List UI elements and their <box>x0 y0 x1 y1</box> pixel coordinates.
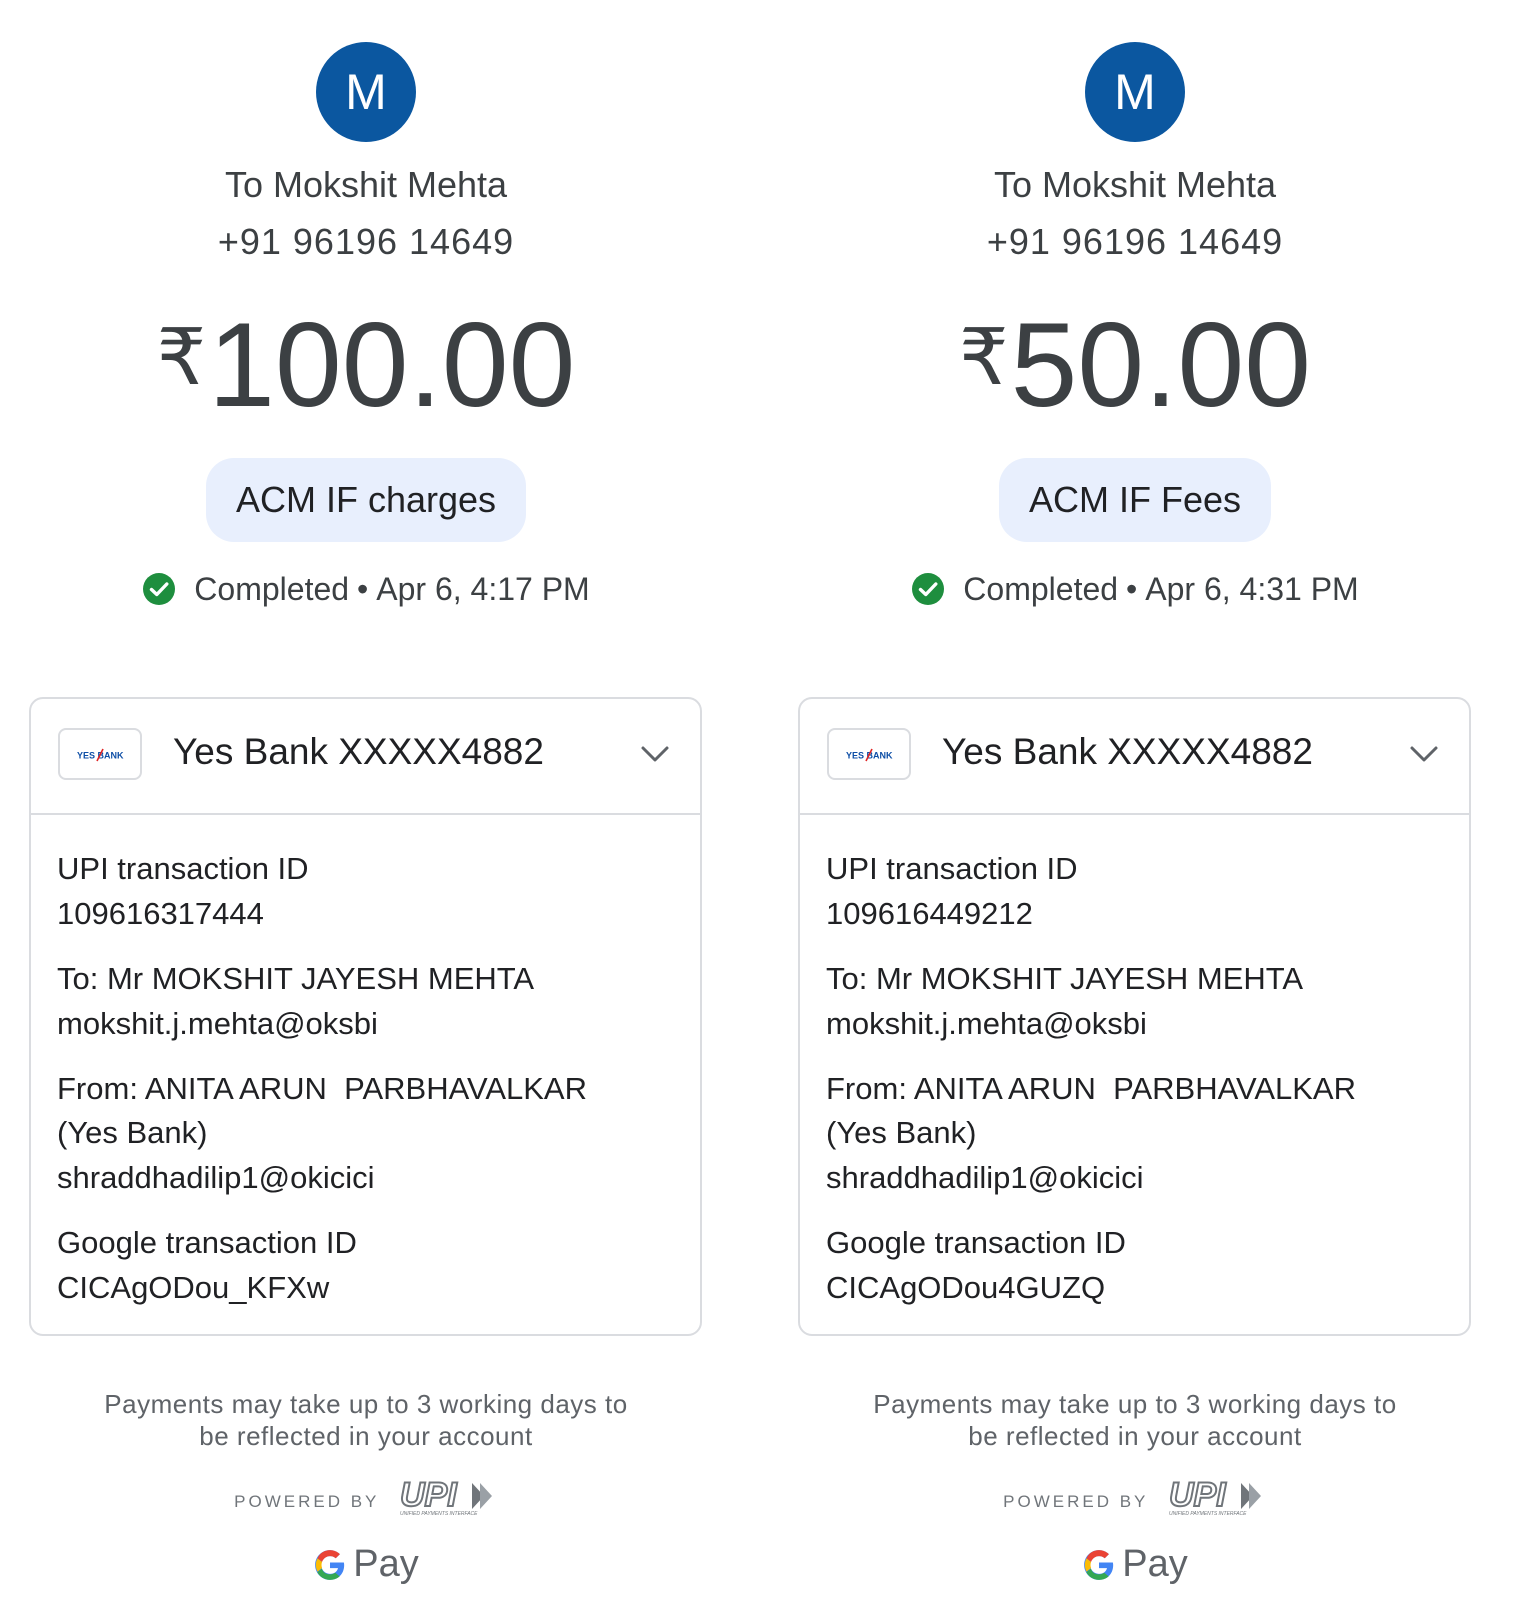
status-separator: • <box>1126 571 1138 607</box>
to-vpa[interactable]: mokshit.j.mehta@oksbi <box>57 1001 674 1047</box>
status-timestamp: Apr 6, 4:17 PM <box>376 571 590 607</box>
gpay-label: Pay <box>1122 1543 1188 1585</box>
google-pay-branding: Pay <box>0 1543 732 1586</box>
to-group: To: Mr MOKSHIT JAYESH MEHTA mokshit.j.me… <box>57 957 674 1047</box>
to-vpa[interactable]: mokshit.j.mehta@oksbi <box>826 1001 1443 1047</box>
upi-logo-text: UPI <box>400 1477 458 1514</box>
upi-transaction-id[interactable]: 109616317444 <box>57 891 674 937</box>
bank-account-name: Yes Bank XXXXX4882 <box>173 731 544 772</box>
from-label: From: ANITA ARUN PARBHAVALKAR <box>826 1071 1356 1106</box>
powered-by-text: POWERED BY <box>234 1492 380 1511</box>
google-transaction-group: Google transaction ID CICAgODou4GUZQ <box>826 1221 1443 1311</box>
upi-transaction-id[interactable]: 109616449212 <box>826 891 1443 937</box>
bank-account-header[interactable]: YES BANK Yes Bank XXXXX4882 <box>31 699 700 815</box>
details-body: UPI transaction ID 109616317444 To: Mr M… <box>31 815 700 1311</box>
upi-logo-text: UPI <box>1169 1477 1227 1514</box>
upi-logo: UPI UNIFIED PAYMENTS INTERFACE <box>1168 1477 1261 1517</box>
payee-name: To Mokshit Mehta <box>993 164 1277 205</box>
transaction-details-card: YES BANK Yes Bank XXXXX4882 UPI transact… <box>29 697 702 1336</box>
upi-logo-tagline: UNIFIED PAYMENTS INTERFACE <box>1169 1511 1247 1517</box>
powered-by-upi: POWERED BY UPI UNIFIED PAYMENTS INTERFAC… <box>0 1477 732 1522</box>
from-group: From: ANITA ARUN PARBHAVALKAR (Yes Bank)… <box>57 1067 674 1201</box>
from-bank: (Yes Bank) <box>57 1115 208 1150</box>
receipt-left: M To Mokshit Mehta +91 96196 14649 ₹100.… <box>0 0 702 1600</box>
google-transaction-label: Google transaction ID <box>826 1225 1126 1260</box>
processing-note: Payments may take up to 3 working days t… <box>769 1388 1501 1452</box>
check-circle-icon <box>143 573 176 605</box>
powered-by-upi: POWERED BY UPI UNIFIED PAYMENTS INTERFAC… <box>769 1477 1501 1522</box>
gpay-label: Pay <box>353 1543 419 1585</box>
from-label: From: ANITA ARUN PARBHAVALKAR <box>57 1071 587 1106</box>
note-wrap: ACM IF Fees <box>769 458 1501 542</box>
from-group: From: ANITA ARUN PARBHAVALKAR (Yes Bank)… <box>826 1067 1443 1201</box>
google-g-icon <box>315 1550 345 1580</box>
to-label: To: Mr MOKSHIT JAYESH MEHTA <box>826 961 1304 996</box>
upi-logo-tagline: UNIFIED PAYMENTS INTERFACE <box>400 1511 478 1517</box>
google-pay-branding: Pay <box>769 1543 1501 1586</box>
status-text: Completed <box>963 571 1119 607</box>
check-circle-icon <box>912 573 945 605</box>
google-transaction-group: Google transaction ID CICAgODou_KFXw <box>57 1221 674 1311</box>
yes-bank-logo: YES BANK <box>58 728 142 780</box>
amount: ₹100.00 <box>0 292 732 430</box>
processing-note-line1: Payments may take up to 3 working days t… <box>873 1389 1397 1419</box>
receipts-container: M To Mokshit Mehta +91 96196 14649 ₹100.… <box>0 0 1514 1600</box>
google-transaction-id[interactable]: CICAgODou4GUZQ <box>826 1265 1443 1311</box>
processing-note: Payments may take up to 3 working days t… <box>0 1388 732 1452</box>
from-bank: (Yes Bank) <box>826 1115 977 1150</box>
bank-account-name: Yes Bank XXXXX4882 <box>942 731 1313 772</box>
amount-value: 100.00 <box>208 298 576 432</box>
google-transaction-label: Google transaction ID <box>57 1225 357 1260</box>
amount-value: 50.00 <box>1010 298 1311 432</box>
details-body: UPI transaction ID 109616449212 To: Mr M… <box>800 815 1469 1311</box>
payee-avatar: M <box>1085 42 1185 142</box>
status-text: Completed <box>194 571 350 607</box>
payee-avatar: M <box>316 42 416 142</box>
payee-name: To Mokshit Mehta <box>224 164 508 205</box>
payee-phone: +91 96196 14649 <box>986 221 1284 262</box>
google-g-icon <box>1084 1550 1114 1580</box>
upi-transaction-group: UPI transaction ID 109616317444 <box>57 847 674 937</box>
google-transaction-id[interactable]: CICAgODou_KFXw <box>57 1265 674 1311</box>
transaction-details-card: YES BANK Yes Bank XXXXX4882 UPI transact… <box>798 697 1471 1336</box>
from-vpa[interactable]: shraddhadilip1@okicici <box>57 1155 674 1201</box>
payment-note-chip: ACM IF Fees <box>998 458 1272 542</box>
processing-note-line2: be reflected in your account <box>199 1421 533 1451</box>
receipt-right: M To Mokshit Mehta +91 96196 14649 ₹50.0… <box>769 0 1471 1600</box>
to-label: To: Mr MOKSHIT JAYESH MEHTA <box>57 961 535 996</box>
status-row: Completed • Apr 6, 4:31 PM <box>769 571 1501 608</box>
payment-note-chip: ACM IF charges <box>205 458 527 542</box>
upi-transaction-group: UPI transaction ID 109616449212 <box>826 847 1443 937</box>
status-timestamp: Apr 6, 4:31 PM <box>1145 571 1359 607</box>
upi-transaction-label: UPI transaction ID <box>826 851 1078 886</box>
bank-account-header[interactable]: YES BANK Yes Bank XXXXX4882 <box>800 699 1469 815</box>
note-wrap: ACM IF charges <box>0 458 732 542</box>
status-separator: • <box>357 571 369 607</box>
processing-note-line2: be reflected in your account <box>968 1421 1302 1451</box>
upi-transaction-label: UPI transaction ID <box>57 851 309 886</box>
powered-by-text: POWERED BY <box>1003 1492 1149 1511</box>
payee-phone: +91 96196 14649 <box>217 221 515 262</box>
chevron-down-icon[interactable] <box>1409 743 1439 765</box>
yes-bank-logo: YES BANK <box>827 728 911 780</box>
upi-logo: UPI UNIFIED PAYMENTS INTERFACE <box>399 1477 492 1517</box>
status-row: Completed • Apr 6, 4:17 PM <box>0 571 732 608</box>
amount: ₹50.00 <box>769 292 1501 430</box>
from-vpa[interactable]: shraddhadilip1@okicici <box>826 1155 1443 1201</box>
processing-note-line1: Payments may take up to 3 working days t… <box>104 1389 628 1419</box>
currency-symbol: ₹ <box>156 313 207 401</box>
to-group: To: Mr MOKSHIT JAYESH MEHTA mokshit.j.me… <box>826 957 1443 1047</box>
currency-symbol: ₹ <box>959 313 1009 401</box>
chevron-down-icon[interactable] <box>640 743 670 765</box>
